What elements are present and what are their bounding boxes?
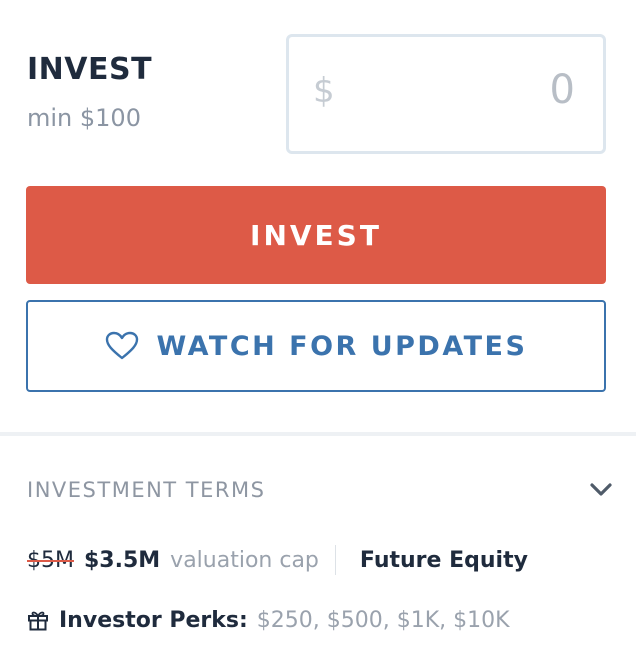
new-valuation-cap: $3.5M <box>83 547 161 573</box>
security-type: Future Equity <box>359 547 528 573</box>
chevron-down-icon[interactable] <box>589 482 613 498</box>
investor-perks-label: Investor Perks: <box>59 607 248 633</box>
amount-input[interactable]: $ 0 <box>286 34 606 154</box>
invest-title: INVEST <box>27 52 153 87</box>
valuation-terms: $5M $3.5M valuation cap Future Equity <box>27 544 528 576</box>
investment-terms-header[interactable]: INVESTMENT TERMS <box>27 478 265 502</box>
watch-button-label: WATCH FOR UPDATES <box>156 330 528 362</box>
minimum-investment: min $100 <box>27 104 141 132</box>
amount-value[interactable]: 0 <box>550 67 575 113</box>
investor-perks: Investor Perks: $250, $500, $1K, $10K <box>27 605 510 635</box>
currency-symbol: $ <box>313 71 335 111</box>
terms-separator <box>334 545 336 575</box>
old-valuation-cap: $5M <box>27 547 74 573</box>
invest-button-label: INVEST <box>250 218 382 252</box>
heart-icon <box>105 331 139 361</box>
watch-for-updates-button[interactable]: WATCH FOR UPDATES <box>26 300 606 392</box>
section-divider <box>0 432 636 436</box>
investor-perks-values: $250, $500, $1K, $10K <box>256 607 510 633</box>
invest-panel: INVEST min $100 $ 0 INVEST WATCH FOR UPD… <box>0 0 636 670</box>
invest-button[interactable]: INVEST <box>26 186 606 284</box>
valuation-cap-label: valuation cap <box>170 547 319 573</box>
gift-icon <box>27 609 49 631</box>
